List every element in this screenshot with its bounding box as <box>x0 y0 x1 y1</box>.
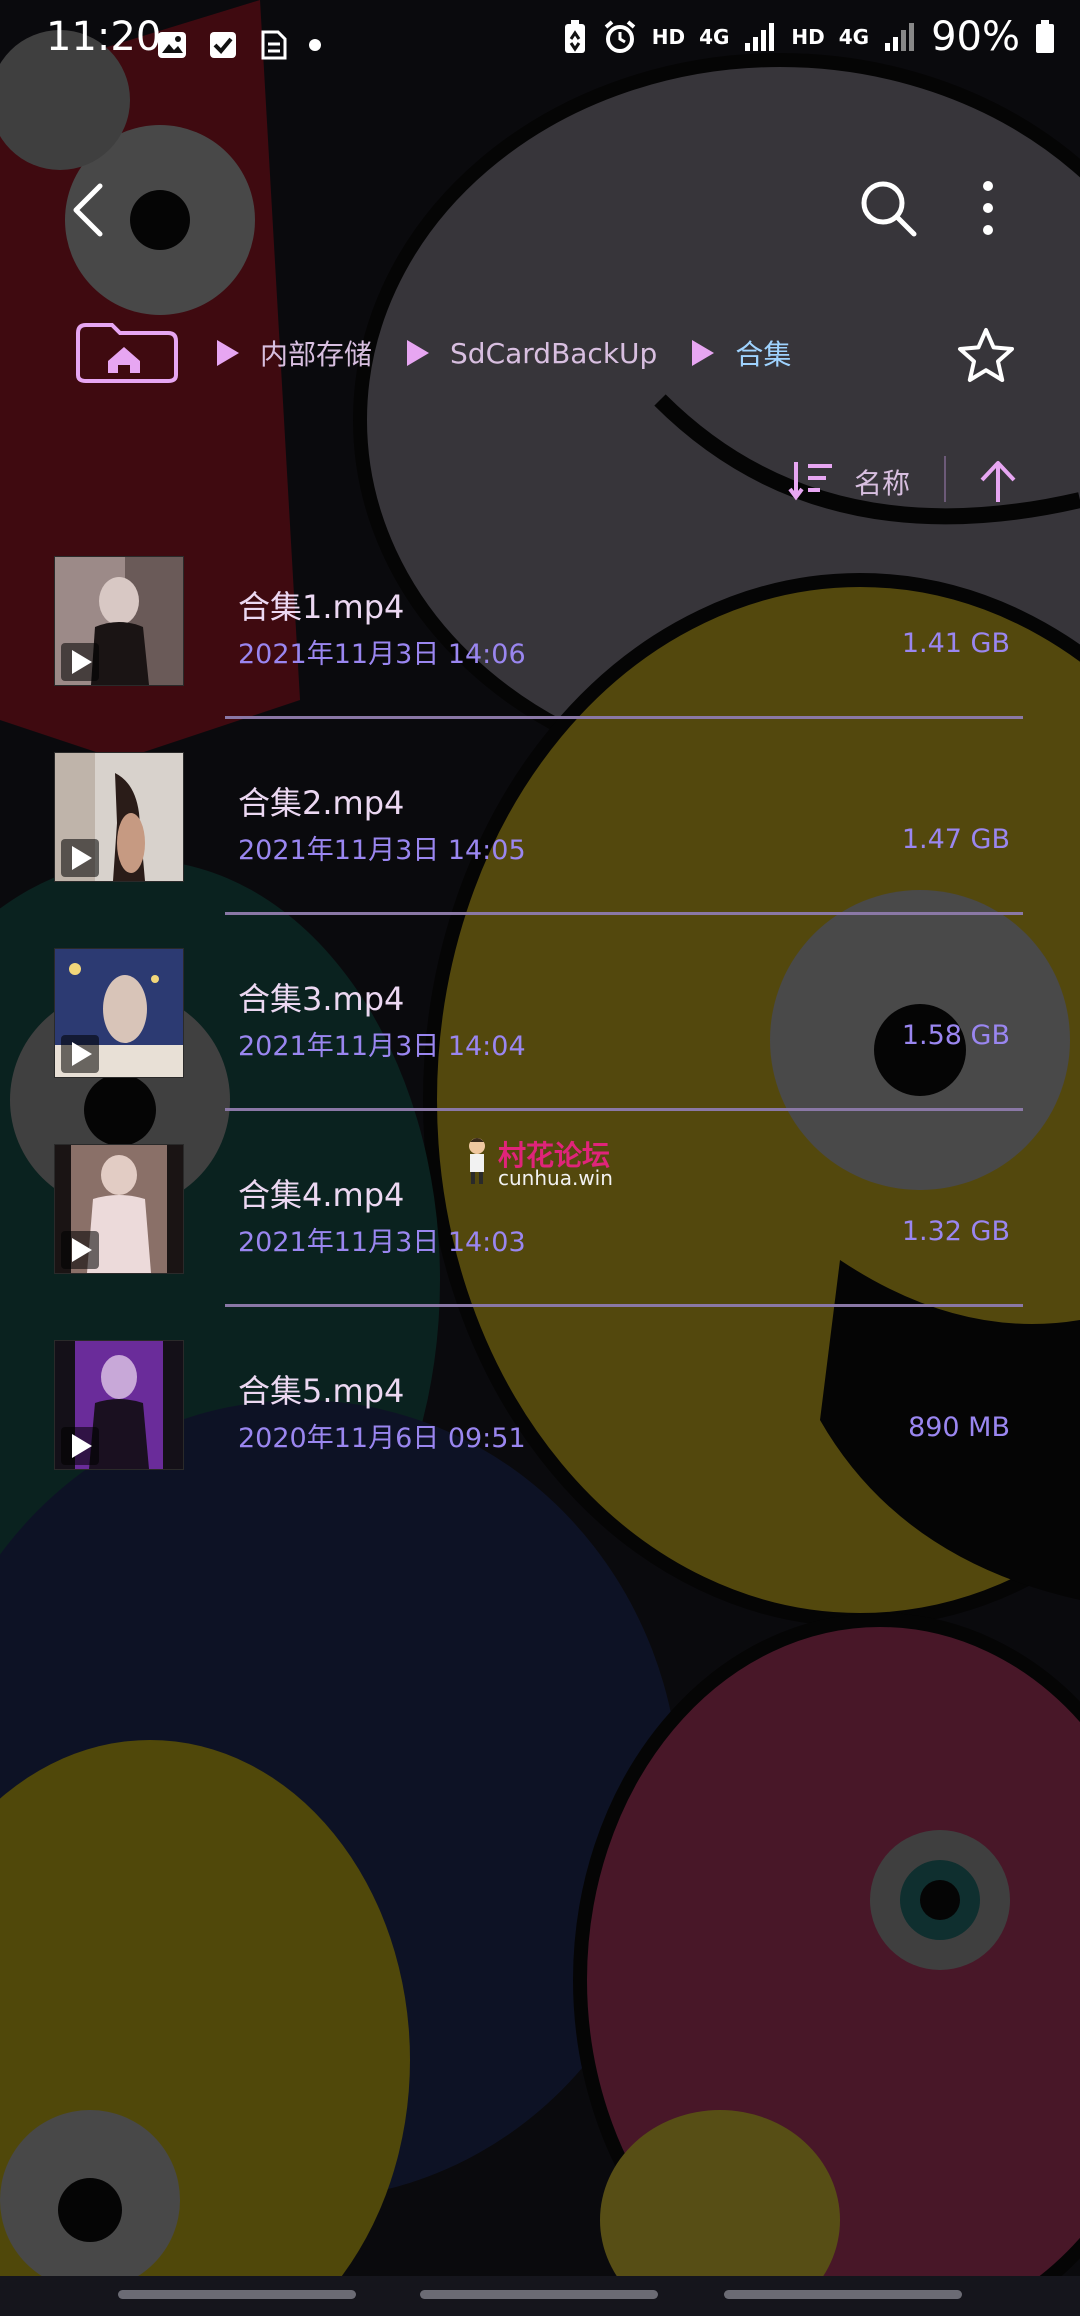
file-size: 1.41 GB <box>901 628 1010 659</box>
file-name: 合集4.mp4 <box>238 1176 405 1214</box>
file-size: 1.32 GB <box>901 1216 1010 1247</box>
checkbox-icon <box>210 32 236 58</box>
crumb-arrow-icon <box>692 340 715 366</box>
row-divider <box>225 912 1023 915</box>
status-notification-icons <box>156 28 322 62</box>
navigation-bar <box>0 2276 1080 2316</box>
mascot-icon <box>469 1138 485 1184</box>
file-size: 1.58 GB <box>901 1020 1010 1051</box>
app-bar <box>0 150 1080 270</box>
signal-icon <box>745 23 775 51</box>
file-date: 2021年11月3日 14:06 <box>238 639 526 670</box>
video-thumbnail <box>54 1144 184 1274</box>
file-name: 合集2.mp4 <box>238 784 405 822</box>
file-date: 2021年11月3日 14:05 <box>238 835 526 866</box>
sort-bar: 名称 <box>780 448 1050 512</box>
star-icon[interactable] <box>956 326 1016 386</box>
video-thumbnail <box>54 1340 184 1470</box>
file-name: 合集1.mp4 <box>238 588 405 626</box>
play-icon <box>61 1035 99 1073</box>
row-divider <box>225 1304 1023 1307</box>
file-date: 2020年11月6日 09:51 <box>238 1423 526 1454</box>
battery-percent: 90% <box>931 14 1020 60</box>
file-row[interactable]: 合集3.mp4 2021年11月3日 14:04 1.58 GB <box>0 932 1080 1128</box>
image-icon <box>158 32 186 58</box>
network-label-2: 4G <box>838 25 870 49</box>
file-size: 890 MB <box>908 1412 1010 1443</box>
crumb-arrow-icon <box>407 340 430 366</box>
home-folder-icon[interactable] <box>72 321 182 385</box>
breadcrumb-item-current[interactable]: 合集 <box>735 333 791 373</box>
nav-back-button[interactable] <box>724 2290 962 2299</box>
document-icon <box>261 30 287 60</box>
sort-divider <box>944 456 946 502</box>
file-size: 1.47 GB <box>901 824 1010 855</box>
status-system-icons: HD 4G HD 4G 90% <box>562 14 1056 60</box>
file-date: 2021年11月3日 14:04 <box>238 1031 526 1062</box>
search-icon[interactable] <box>856 176 920 240</box>
network-label-1: 4G <box>699 25 730 49</box>
file-row[interactable]: 合集5.mp4 2020年11月6日 09:51 890 MB <box>0 1324 1080 1520</box>
status-time: 11:20 <box>46 14 162 60</box>
breadcrumb-item-sdcardbackup[interactable]: SdCardBackUp <box>450 337 657 370</box>
file-name: 合集5.mp4 <box>238 1372 405 1410</box>
signal-icon-2 <box>885 23 915 51</box>
alarm-icon <box>604 20 635 53</box>
row-divider <box>225 1108 1023 1111</box>
video-thumbnail <box>54 752 184 882</box>
dot-icon <box>309 39 321 51</box>
more-vert-icon[interactable] <box>958 176 1018 240</box>
crumb-arrow-icon <box>217 340 239 366</box>
nav-home-button[interactable] <box>420 2290 658 2299</box>
status-bar: 11:20 HD 4G HD 4G 90% <box>0 0 1080 92</box>
watermark: 村花论坛 cunhua.win <box>462 1134 632 1190</box>
play-icon <box>61 1427 99 1465</box>
play-icon <box>61 643 99 681</box>
battery-icon <box>1036 20 1054 53</box>
watermark-url: cunhua.win <box>498 1166 613 1190</box>
hd-label-2: HD <box>791 25 825 49</box>
file-list: 合集1.mp4 2021年11月3日 14:06 1.41 GB 合集2.mp4… <box>0 540 1080 1520</box>
file-row[interactable]: 合集2.mp4 2021年11月3日 14:05 1.47 GB <box>0 736 1080 932</box>
file-name: 合集3.mp4 <box>238 980 405 1018</box>
nav-recents-button[interactable] <box>118 2290 356 2299</box>
row-divider <box>225 716 1023 719</box>
arrow-up-icon[interactable] <box>976 458 1020 504</box>
play-icon <box>61 1231 99 1269</box>
video-thumbnail <box>54 948 184 1078</box>
play-icon <box>61 839 99 877</box>
back-arrow-icon[interactable] <box>60 180 120 240</box>
battery-saver-icon <box>564 20 585 53</box>
sort-icon[interactable] <box>788 458 834 502</box>
video-thumbnail <box>54 556 184 686</box>
hd-label-1: HD <box>651 25 686 49</box>
breadcrumb: 内部存储 SdCardBackUp 合集 <box>72 318 791 388</box>
breadcrumb-item-internal-storage[interactable]: 内部存储 <box>260 333 372 373</box>
file-date: 2021年11月3日 14:03 <box>238 1227 526 1258</box>
sort-label[interactable]: 名称 <box>854 462 910 502</box>
file-row[interactable]: 合集1.mp4 2021年11月3日 14:06 1.41 GB <box>0 540 1080 736</box>
